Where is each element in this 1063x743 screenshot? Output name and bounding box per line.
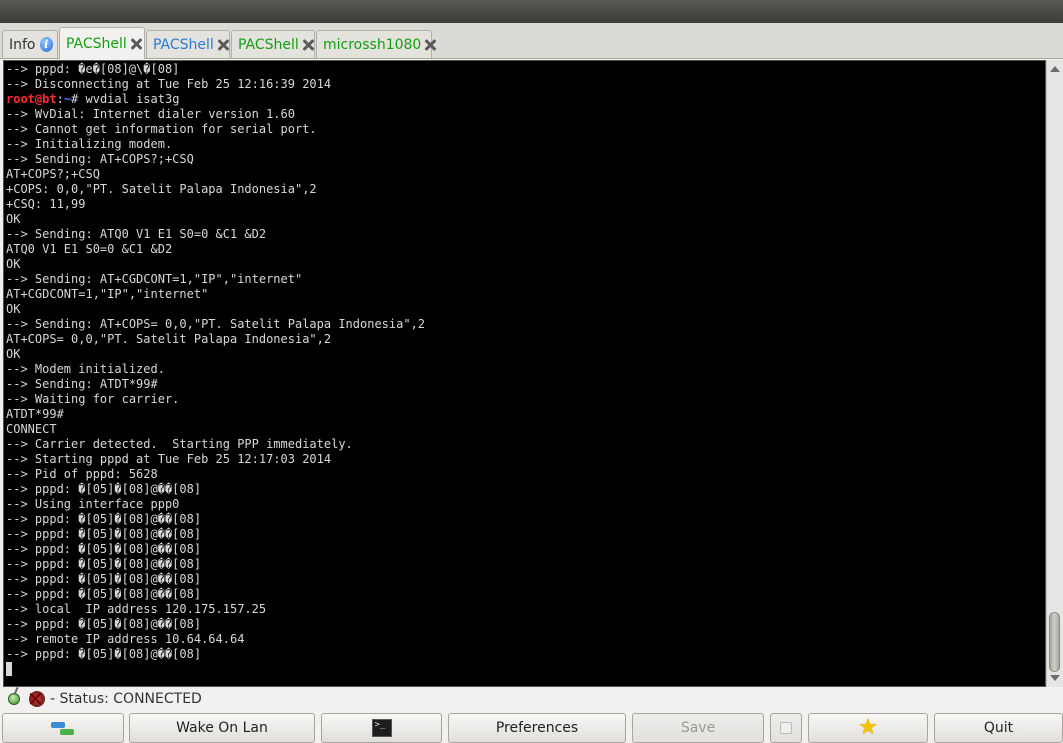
terminal-line: --> remote IP address 10.64.64.64 <box>6 632 245 646</box>
terminal-line: --> pppd: �[05]�[08]@��[08] <box>6 587 202 601</box>
scroll-up-arrow-icon[interactable] <box>1050 66 1060 72</box>
terminal-line: AT+COPS?;+CSQ <box>6 167 100 181</box>
prompt-user: root@bt <box>6 92 57 106</box>
close-icon[interactable] <box>302 39 310 51</box>
prompt-separator: : <box>56 92 64 106</box>
terminal-line: ATQ0 V1 E1 S0=0 &C1 &D2 <box>6 242 173 256</box>
tab-pacshell-1-label: PACShell <box>66 35 127 52</box>
terminal-line: --> Initializing modem. <box>6 137 173 151</box>
tab-pacshell-3[interactable]: PACShell <box>231 30 315 58</box>
tab-pacshell-2[interactable]: PACShell <box>146 30 230 58</box>
wake-on-lan-button[interactable]: Wake On Lan <box>129 713 315 743</box>
tab-pacshell-2-label: PACShell <box>153 36 214 53</box>
terminal-line: --> pppd: �[05]�[08]@��[08] <box>6 512 202 526</box>
small-button[interactable] <box>770 713 802 743</box>
terminal-button[interactable] <box>321 713 442 743</box>
prompt-path: ~ <box>63 92 72 106</box>
terminal-line: OK <box>6 257 21 271</box>
small-button-icon <box>780 722 792 734</box>
tab-bar: Info i PACShell PACShell PACShell micros… <box>0 23 1063 59</box>
save-button[interactable]: Save <box>632 713 764 743</box>
connection-icon <box>8 693 20 705</box>
scroll-down-arrow-icon[interactable] <box>1050 675 1060 681</box>
button-bar: Wake On Lan Preferences Save ★ Quit <box>0 711 1063 743</box>
terminal-line: --> pppd: �[05]�[08]@��[08] <box>6 617 202 631</box>
close-icon[interactable] <box>130 38 140 50</box>
terminal-line: --> Disconnecting at Tue Feb 25 12:16:39… <box>6 77 332 91</box>
terminal-line: --> Pid of pppd: 5628 <box>6 467 158 481</box>
terminal-view[interactable]: --> pppd: �e�[08]@\�[08] --> Disconnectin… <box>3 60 1046 687</box>
favourite-button[interactable]: ★ <box>808 713 928 743</box>
terminal-line: --> pppd: �e�[08]@\�[08] <box>6 62 180 76</box>
terminal-line: OK <box>6 347 21 361</box>
terminal-line: --> WvDial: Internet dialer version 1.60 <box>6 107 295 121</box>
close-icon[interactable] <box>217 39 225 51</box>
star-icon: ★ <box>858 715 878 740</box>
terminal-line: --> Modem initialized. <box>6 362 165 376</box>
terminal-line: --> local IP address 120.175.157.25 <box>6 602 267 616</box>
terminal-line: --> pppd: �[05]�[08]@��[08] <box>6 527 202 541</box>
terminal-line: --> pppd: �[05]�[08]@��[08] <box>6 572 202 586</box>
terminal-icon <box>371 719 392 737</box>
window-titlebar <box>0 0 1063 23</box>
terminal-line: OK <box>6 212 21 226</box>
terminal-line: CONNECT <box>6 422 57 436</box>
terminal-line: --> pppd: �[05]�[08]@��[08] <box>6 542 202 556</box>
preferences-label: Preferences <box>495 720 579 736</box>
terminal-line: --> Sending: ATDT*99# <box>6 377 158 391</box>
terminal-line: --> Waiting for carrier. <box>6 392 180 406</box>
tab-microssh1080-label: microssh1080 <box>323 36 422 53</box>
terminal-line: --> Sending: AT+COPS= 0,0,"PT. Satelit P… <box>6 317 426 331</box>
network-disconnect-icon: ✕ <box>27 687 45 711</box>
tab-info-label: Info <box>9 36 36 53</box>
terminal-line: --> Starting pppd at Tue Feb 25 12:17:03… <box>6 452 332 466</box>
tab-pacshell-1[interactable]: PACShell <box>59 27 145 59</box>
info-icon: i <box>39 37 53 52</box>
scroll-thumb[interactable] <box>1049 612 1060 672</box>
network-settings-button[interactable] <box>2 713 124 743</box>
terminal-line: AT+CGDCONT=1,"IP","internet" <box>6 287 209 301</box>
terminal-line: --> pppd: �[05]�[08]@��[08] <box>6 557 202 571</box>
terminal-line: --> Cannot get information for serial po… <box>6 122 317 136</box>
terminal-scrollbar[interactable] <box>1046 60 1063 687</box>
quit-label: Quit <box>983 720 1014 736</box>
terminal-line: --> Sending: AT+CGDCONT=1,"IP","internet… <box>6 272 303 286</box>
status-bar: ✕ - Status: CONNECTED <box>0 688 1063 710</box>
tab-info[interactable]: Info i <box>2 30 58 58</box>
preferences-button[interactable]: Preferences <box>448 713 626 743</box>
network-settings-icon <box>51 720 75 736</box>
prompt-command: wvdial isat3g <box>85 92 180 106</box>
terminal-line: --> Sending: ATQ0 V1 E1 S0=0 &C1 &D2 <box>6 227 267 241</box>
tab-pacshell-3-label: PACShell <box>238 36 299 53</box>
terminal-line: root@bt:~# wvdial isat3g <box>6 92 1045 107</box>
save-label: Save <box>680 720 716 736</box>
terminal-line: --> Using interface ppp0 <box>6 497 180 511</box>
status-text: - Status: CONNECTED <box>50 691 202 707</box>
terminal-output: --> pppd: �e�[08]@\�[08] --> Disconnectin… <box>4 61 1045 677</box>
terminal-line: --> pppd: �[05]�[08]@��[08] <box>6 647 202 661</box>
terminal-line: +COPS: 0,0,"PT. Satelit Palapa Indonesia… <box>6 182 317 196</box>
terminal-line: --> pppd: �[05]�[08]@��[08] <box>6 482 202 496</box>
prompt-symbol: # <box>71 92 86 106</box>
terminal-line: AT+COPS= 0,0,"PT. Satelit Palapa Indones… <box>6 332 332 346</box>
wake-on-lan-label: Wake On Lan <box>176 720 268 736</box>
quit-button[interactable]: Quit <box>934 713 1063 743</box>
terminal-line: +CSQ: 11,99 <box>6 197 86 211</box>
close-icon[interactable] <box>424 39 427 51</box>
terminal-line: ATDT*99# <box>6 407 64 421</box>
terminal-line: OK <box>6 302 21 316</box>
terminal-cursor <box>6 662 12 676</box>
terminal-line: --> Carrier detected. Starting PPP immed… <box>6 437 353 451</box>
terminal-line: --> Sending: AT+COPS?;+CSQ <box>6 152 194 166</box>
tab-microssh1080[interactable]: microssh1080 <box>316 30 432 58</box>
terminal-cursor-line <box>6 662 1045 677</box>
